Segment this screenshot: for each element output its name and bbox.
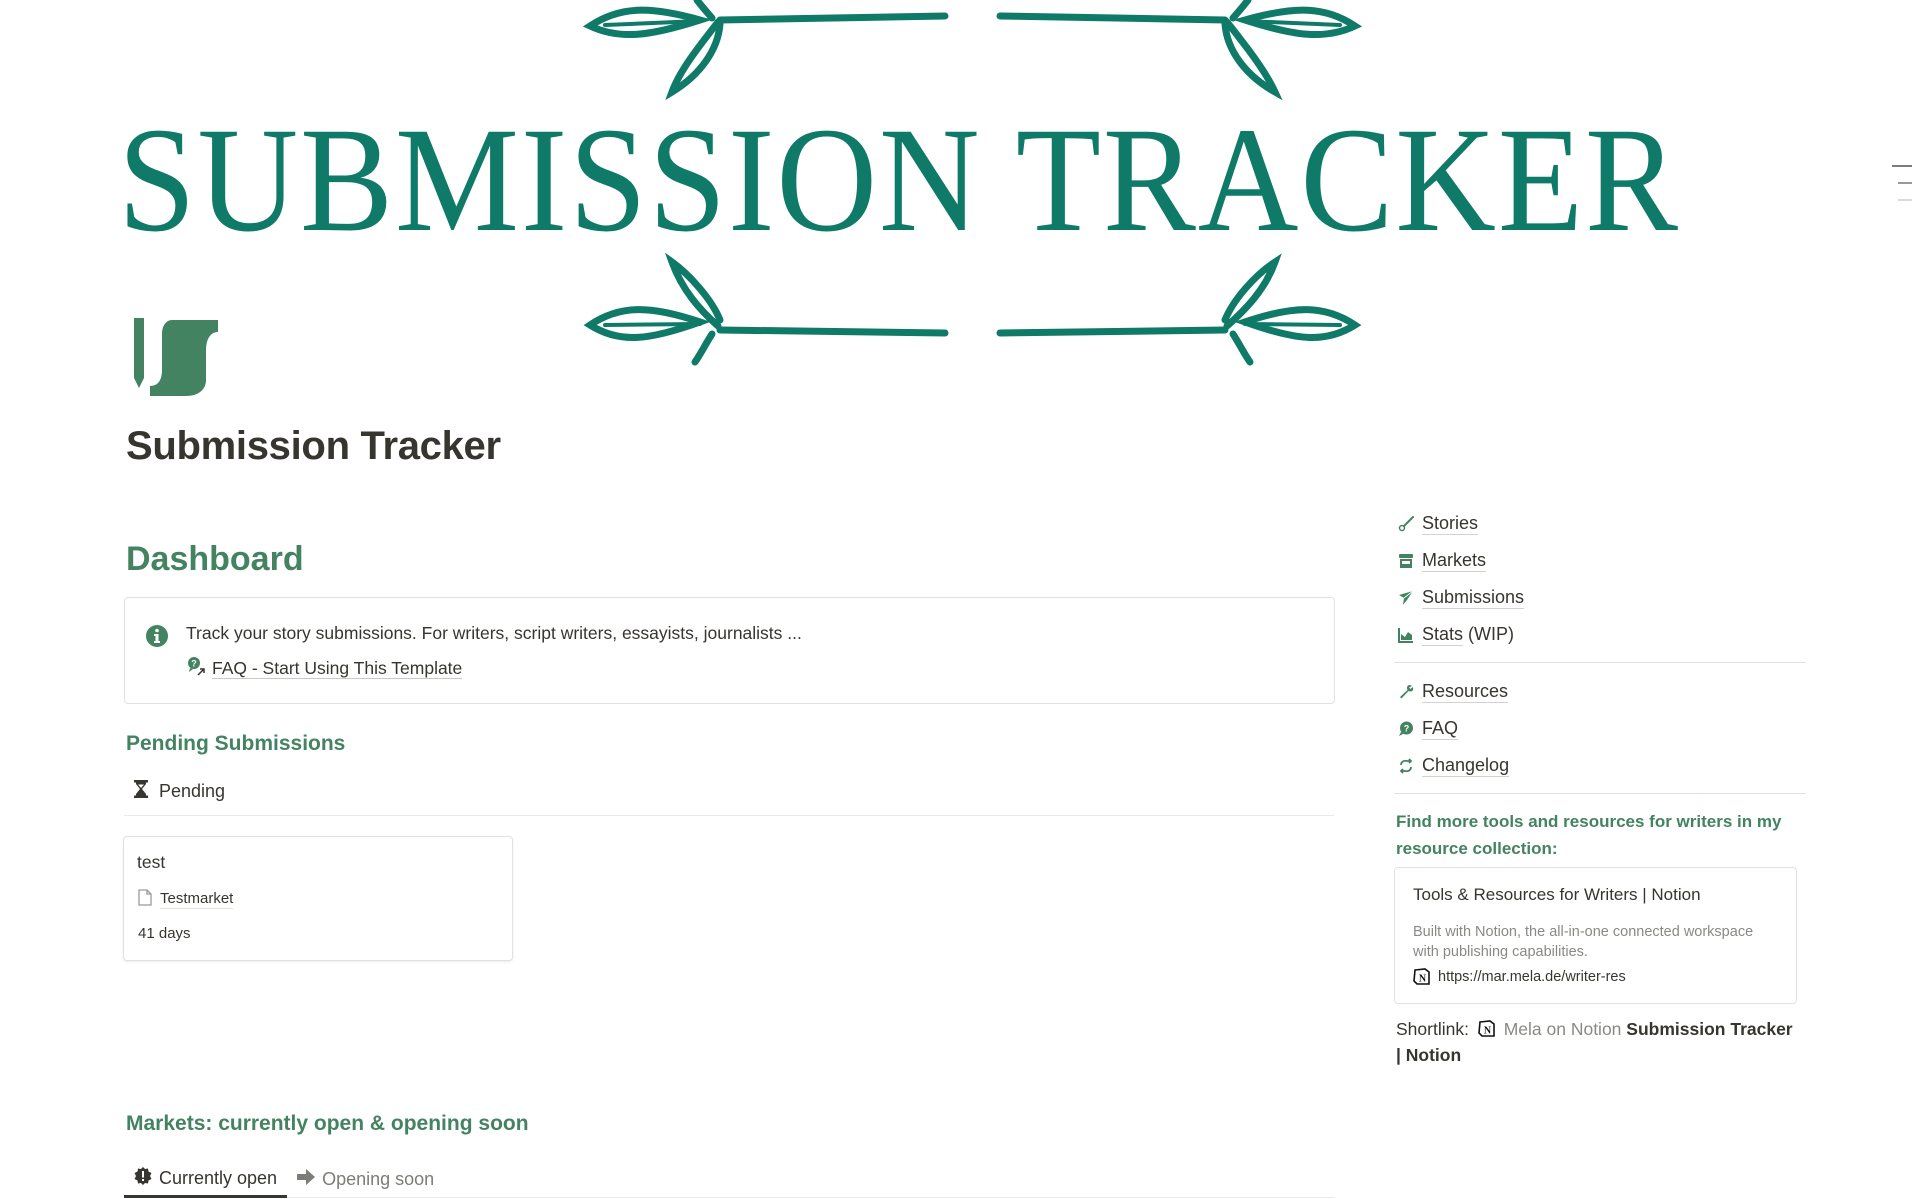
shortlink-source[interactable]: Mela on Notion	[1504, 1019, 1622, 1039]
nav-item-submissions[interactable]: Submissions	[1394, 579, 1806, 616]
faq-start-link-label[interactable]: FAQ - Start Using This Template	[212, 658, 463, 679]
card-market-label[interactable]: Testmarket	[160, 890, 234, 909]
area-chart-icon	[1394, 625, 1422, 645]
nav-divider	[1394, 662, 1806, 663]
submission-card[interactable]: test Testmarket 41 days	[123, 836, 513, 961]
card-title: test	[137, 852, 166, 872]
refresh-icon	[1394, 756, 1422, 776]
toc-line[interactable]	[1898, 182, 1912, 184]
nav-item-markets[interactable]: Markets	[1394, 542, 1806, 579]
question-link-icon: ?	[186, 656, 206, 681]
store-icon	[1394, 551, 1422, 571]
resources-bookmark[interactable]: Tools & Resources for Writers | Notion B…	[1394, 867, 1797, 1004]
tab-opening-soon-label: Opening soon	[322, 1169, 435, 1189]
nav-item-resources[interactable]: Resources	[1394, 673, 1806, 710]
svg-text:?: ?	[191, 659, 197, 669]
page-title: Submission Tracker	[126, 424, 501, 468]
nav-item-stats[interactable]: Stats (WIP)	[1394, 616, 1806, 653]
nav-item-stories[interactable]: Stories	[1394, 505, 1806, 542]
info-circle-icon	[145, 624, 169, 648]
card-age: 41 days	[138, 925, 191, 942]
pending-group-label: Pending	[159, 781, 226, 801]
notion-logo-icon: N	[1413, 968, 1430, 985]
resource-collection-promo: Find more tools and resources for writer…	[1396, 812, 1782, 858]
nav-item-submissions-label[interactable]: Submissions	[1422, 587, 1525, 609]
toc-line[interactable]	[1898, 199, 1912, 201]
pen-scroll-logo-icon[interactable]	[134, 316, 220, 398]
markets-heading: Markets: currently open & opening soon	[126, 1112, 529, 1135]
table-of-contents-indicator[interactable]	[1892, 165, 1912, 216]
nav-item-faq-label[interactable]: FAQ	[1422, 718, 1459, 740]
question-bubble-icon: ?	[1394, 719, 1422, 739]
intro-callout: Track your story submissions. For writer…	[124, 597, 1335, 704]
nav-item-stats-label[interactable]: Stats	[1422, 624, 1464, 646]
tab-currently-open[interactable]: Currently open	[124, 1162, 288, 1198]
shortlink-label: Shortlink:	[1396, 1019, 1469, 1039]
callout-text: Track your story submissions. For writer…	[186, 623, 802, 643]
nav-divider	[1394, 793, 1806, 794]
nav-item-stats-suffix: (WIP)	[1468, 624, 1515, 644]
nav-item-faq[interactable]: ? FAQ	[1394, 710, 1806, 747]
group-divider	[124, 815, 1334, 816]
nav-item-resources-label[interactable]: Resources	[1422, 681, 1509, 703]
cover-banner: SUBMISSION TRACKER	[0, 0, 1920, 370]
shortlink: Shortlink: N Mela on Notion Submission T…	[1396, 1016, 1796, 1068]
bookmark-url: https://mar.mela.de/writer-res	[1438, 968, 1626, 985]
dashboard-heading: Dashboard	[126, 540, 304, 578]
alert-badge-icon	[134, 1167, 152, 1190]
tab-opening-soon[interactable]: Opening soon	[287, 1162, 444, 1197]
hourglass-icon	[133, 780, 149, 803]
bookmark-title: Tools & Resources for Writers | Notion	[1413, 885, 1701, 904]
nav-item-changelog-label[interactable]: Changelog	[1422, 755, 1510, 777]
wrench-icon	[1394, 682, 1422, 702]
tab-currently-open-label: Currently open	[159, 1168, 278, 1188]
sidebar-nav: Stories Markets Submissions Stats (WIP) …	[1394, 505, 1806, 804]
cover-title: SUBMISSION TRACKER	[118, 97, 1680, 263]
bookmark-url-row: N https://mar.mela.de/writer-res	[1413, 968, 1626, 985]
paper-plane-icon	[1394, 588, 1422, 608]
nav-item-markets-label[interactable]: Markets	[1422, 550, 1487, 572]
brush-icon	[1394, 514, 1422, 534]
page-icon	[138, 889, 152, 910]
card-market-relation[interactable]: Testmarket	[138, 889, 234, 910]
svg-text:?: ?	[1404, 723, 1410, 733]
arrow-right-icon	[297, 1169, 316, 1190]
notion-logo-icon: N	[1477, 1020, 1495, 1037]
svg-text:N: N	[1419, 974, 1427, 985]
bookmark-description: Built with Notion, the all-in-one connec…	[1413, 924, 1754, 960]
markets-view-tabs: Currently open Opening soon	[124, 1162, 1334, 1198]
pending-submissions-heading: Pending Submissions	[126, 732, 346, 755]
pending-group-header[interactable]: Pending	[133, 780, 225, 803]
toc-line[interactable]	[1892, 165, 1912, 167]
faq-start-link[interactable]: ? FAQ - Start Using This Template	[186, 656, 463, 681]
svg-text:N: N	[1484, 1026, 1492, 1037]
nav-item-stories-label[interactable]: Stories	[1422, 513, 1479, 535]
nav-item-changelog[interactable]: Changelog	[1394, 747, 1806, 784]
